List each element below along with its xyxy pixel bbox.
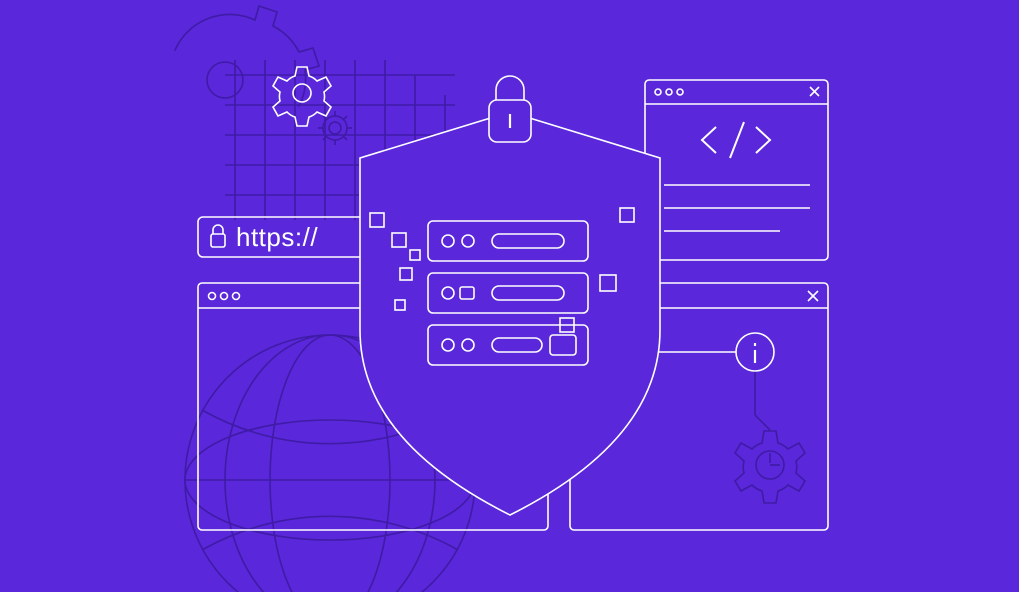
shield-icon xyxy=(360,112,660,515)
code-window xyxy=(645,80,828,260)
close-icon xyxy=(808,291,818,301)
close-icon xyxy=(810,87,819,96)
info-icon xyxy=(736,333,774,371)
gear-small-dark-icon xyxy=(318,111,352,145)
padlock-icon xyxy=(489,76,531,142)
url-prefix-text: https:// xyxy=(236,222,318,253)
lock-icon xyxy=(211,225,225,247)
gear-bottom-dark-icon xyxy=(735,431,805,503)
security-illustration: https:// xyxy=(0,0,1019,592)
illustration-svg xyxy=(0,0,1019,592)
code-icon xyxy=(702,122,770,158)
gear-large-dark-icon xyxy=(175,6,319,106)
gear-white-icon xyxy=(273,67,331,126)
